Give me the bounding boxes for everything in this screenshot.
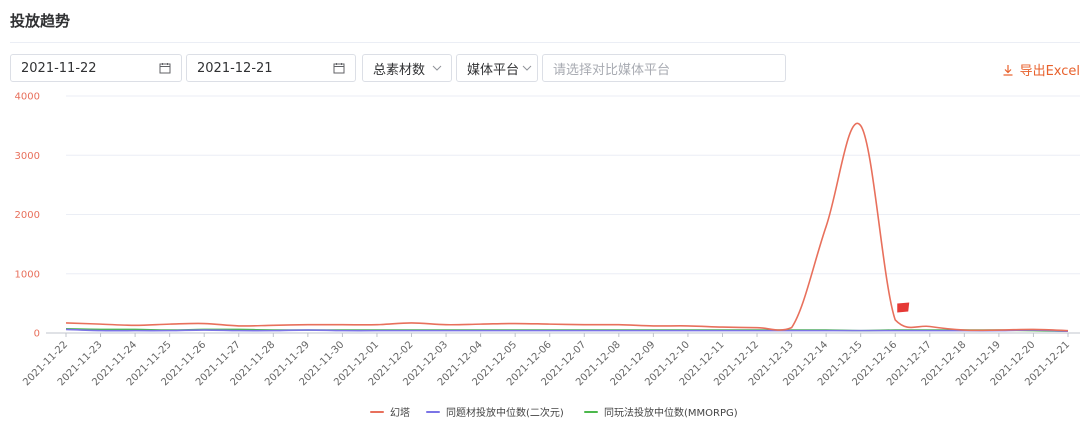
legend-item[interactable]: 同玩法投放中位数(MMORPG) (584, 404, 738, 419)
legend-label: 幻塔 (390, 408, 410, 419)
y-tick-label: 1000 (15, 269, 40, 280)
legend-label: 同玩法投放中位数(MMORPG) (604, 408, 738, 419)
export-excel-label: 导出Excel (1019, 64, 1080, 79)
calendar-icon (159, 63, 171, 74)
chevron-down-icon (432, 65, 442, 71)
export-excel-button[interactable]: 导出Excel (1002, 60, 1080, 79)
series-line-huanta (65, 122, 1069, 332)
y-tick-label: 3000 (15, 151, 40, 162)
y-tick-label: 4000 (15, 92, 40, 103)
start-date-value: 2021-11-22 (21, 60, 97, 76)
metric-select-value: 总素材数 (373, 62, 426, 78)
end-date-picker[interactable]: 2021-12-21 (186, 54, 356, 82)
legend-swatch (584, 410, 598, 413)
legend-swatch (370, 410, 384, 413)
platform-select-value: 媒体平台 (467, 62, 520, 78)
title-divider (10, 42, 1080, 43)
legend-label: 同题材投放中位数(二次元) (446, 408, 564, 419)
platform-select[interactable]: 媒体平台 (456, 54, 538, 82)
end-date-value: 2021-12-21 (197, 60, 273, 76)
y-tick-label: 2000 (15, 210, 40, 221)
trend-line-chart: 010002000300040002021-11-222021-11-23202… (15, 92, 1080, 388)
flag-marker-icon (897, 302, 910, 313)
page-title: 投放趋势 (10, 12, 71, 30)
compare-platform-select[interactable]: 请选择对比媒体平台 (542, 54, 786, 82)
filter-toolbar: 2021-11-22 2021-12-21 总素材数 媒体平台 请选择对比媒体平… (0, 54, 1080, 84)
compare-platform-placeholder: 请选择对比媒体平台 (553, 62, 671, 78)
legend-item[interactable]: 同题材投放中位数(二次元) (426, 404, 564, 419)
metric-select[interactable]: 总素材数 (362, 54, 452, 82)
y-tick-label: 0 (34, 329, 40, 340)
legend-swatch (426, 410, 440, 413)
start-date-picker[interactable]: 2021-11-22 (10, 54, 182, 82)
chevron-down-icon (522, 65, 532, 71)
download-icon (1003, 64, 1013, 76)
legend-item[interactable]: 幻塔 (370, 404, 410, 419)
chart-legend: 幻塔 同题材投放中位数(二次元) 同玩法投放中位数(MMORPG) (0, 404, 1080, 419)
calendar-icon (333, 63, 345, 74)
